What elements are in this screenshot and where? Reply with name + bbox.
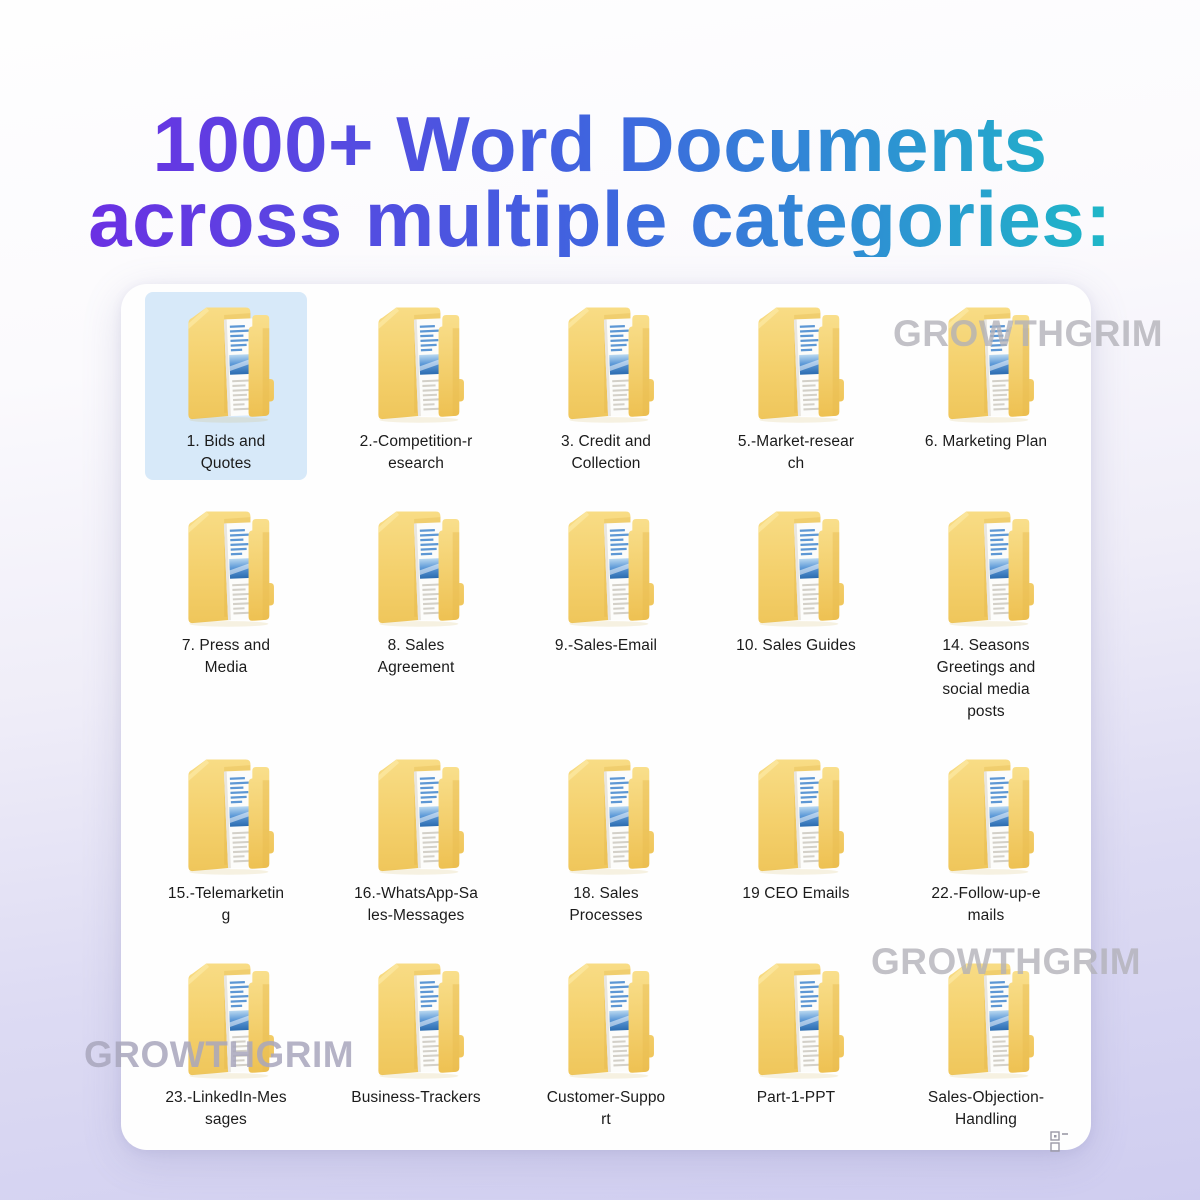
folder-tile-box: 18. Sales Processes: [525, 744, 687, 932]
folder-label: 10. Sales Guides: [736, 635, 856, 657]
folder-label: 19 CEO Emails: [742, 883, 849, 905]
folder-icon: [367, 956, 465, 1082]
folder-icon: [177, 300, 275, 426]
folder-tile-box: 7. Press and Media: [145, 496, 307, 684]
folder-icon: [557, 300, 655, 426]
folder-tile-box: Business-Trackers: [335, 948, 497, 1114]
folder-grid: 1. Bids and Quotes 2.-Competition-r esea…: [121, 284, 1091, 1154]
folder-item-6[interactable]: 7. Press and Media: [131, 496, 321, 728]
folder-icon: [747, 504, 845, 630]
folder-item-18[interactable]: Customer-Suppo rt: [511, 948, 701, 1136]
folder-icon: [557, 752, 655, 878]
folder-item-8[interactable]: 9.-Sales-Email: [511, 496, 701, 728]
folder-item-9[interactable]: 10. Sales Guides: [701, 496, 891, 728]
folder-icon: [177, 504, 275, 630]
folder-icon: [937, 300, 1035, 426]
folder-label: 8. Sales Agreement: [378, 635, 455, 679]
folder-tile-box: 10. Sales Guides: [715, 496, 877, 662]
folder-tile-box: 8. Sales Agreement: [335, 496, 497, 684]
folder-tile-box: 19 CEO Emails: [715, 744, 877, 910]
folder-tile-box: Sales-Objection- Handling: [905, 948, 1067, 1136]
folder-item-17[interactable]: Business-Trackers: [321, 948, 511, 1136]
folder-label: 5.-Market-resear ch: [738, 431, 854, 475]
folder-tile-box: 3. Credit and Collection: [525, 292, 687, 480]
folder-icon: [557, 504, 655, 630]
page-title: 1000+ Word Documentsacross multiple cate…: [0, 107, 1200, 257]
folder-label: 1. Bids and Quotes: [187, 431, 266, 475]
folder-label: 7. Press and Media: [182, 635, 270, 679]
folder-item-19[interactable]: Part-1-PPT: [701, 948, 891, 1136]
folder-label: 14. Seasons Greetings and social media p…: [937, 635, 1036, 723]
folder-tile-box: 14. Seasons Greetings and social media p…: [905, 496, 1067, 728]
folder-label: 18. Sales Processes: [569, 883, 642, 927]
folder-tile-box: Customer-Suppo rt: [525, 948, 687, 1136]
folder-item-13[interactable]: 18. Sales Processes: [511, 744, 701, 932]
folder-label: 2.-Competition-r esearch: [360, 431, 473, 475]
folder-tile-box: Part-1-PPT: [715, 948, 877, 1114]
folder-item-15[interactable]: 22.-Follow-up-e mails: [891, 744, 1081, 932]
folder-item-16[interactable]: 23.-LinkedIn-Mes sages: [131, 948, 321, 1136]
folder-label: 6. Marketing Plan: [925, 431, 1047, 453]
folder-icon: [937, 752, 1035, 878]
folder-item-3[interactable]: 3. Credit and Collection: [511, 292, 701, 480]
folder-label: 16.-WhatsApp-Sa les-Messages: [354, 883, 478, 927]
folder-label: 3. Credit and Collection: [561, 431, 651, 475]
folder-icon: [367, 300, 465, 426]
folder-label: 22.-Follow-up-e mails: [931, 883, 1040, 927]
folder-item-10[interactable]: 14. Seasons Greetings and social media p…: [891, 496, 1081, 728]
folder-icon: [367, 752, 465, 878]
folder-icon: [367, 504, 465, 630]
folder-icon: [747, 300, 845, 426]
folder-item-1[interactable]: 1. Bids and Quotes: [131, 292, 321, 480]
folder-item-5[interactable]: 6. Marketing Plan: [891, 292, 1081, 480]
folder-icon: [177, 956, 275, 1082]
folder-item-11[interactable]: 15.-Telemarketin g: [131, 744, 321, 932]
folder-tile-box: 2.-Competition-r esearch: [335, 292, 497, 480]
folder-tile-box: 5.-Market-resear ch: [715, 292, 877, 480]
folder-icon: [937, 504, 1035, 630]
corner-logo-fragment: [1050, 1131, 1070, 1155]
folder-icon: [937, 956, 1035, 1082]
folder-icon: [747, 752, 845, 878]
folder-icon: [557, 956, 655, 1082]
folder-tile-box: 23.-LinkedIn-Mes sages: [145, 948, 307, 1136]
folder-label: 15.-Telemarketin g: [168, 883, 284, 927]
folder-item-14[interactable]: 19 CEO Emails: [701, 744, 891, 932]
folder-item-4[interactable]: 5.-Market-resear ch: [701, 292, 891, 480]
page-title-line2: across multiple categories:: [88, 175, 1112, 263]
folder-icon: [747, 956, 845, 1082]
folder-label: Sales-Objection- Handling: [928, 1087, 1044, 1131]
folder-tile-box: 16.-WhatsApp-Sa les-Messages: [335, 744, 497, 932]
folder-item-7[interactable]: 8. Sales Agreement: [321, 496, 511, 728]
folder-tile-box: 15.-Telemarketin g: [145, 744, 307, 932]
folder-label: Customer-Suppo rt: [547, 1087, 666, 1131]
folder-label: 23.-LinkedIn-Mes sages: [165, 1087, 286, 1131]
folder-tile-box: 22.-Follow-up-e mails: [905, 744, 1067, 932]
folder-icon: [177, 752, 275, 878]
folder-label: 9.-Sales-Email: [555, 635, 657, 657]
folder-tile-box: 1. Bids and Quotes: [145, 292, 307, 480]
folder-label: Part-1-PPT: [757, 1087, 836, 1109]
folder-tile-box: 6. Marketing Plan: [905, 292, 1067, 458]
folder-item-12[interactable]: 16.-WhatsApp-Sa les-Messages: [321, 744, 511, 932]
folder-explorer-card: 1. Bids and Quotes 2.-Competition-r esea…: [121, 284, 1091, 1150]
folder-item-20[interactable]: Sales-Objection- Handling: [891, 948, 1081, 1136]
folder-tile-box: 9.-Sales-Email: [525, 496, 687, 662]
page-background: 1000+ Word Documentsacross multiple cate…: [0, 0, 1200, 1200]
folder-item-2[interactable]: 2.-Competition-r esearch: [321, 292, 511, 480]
folder-label: Business-Trackers: [351, 1087, 480, 1109]
